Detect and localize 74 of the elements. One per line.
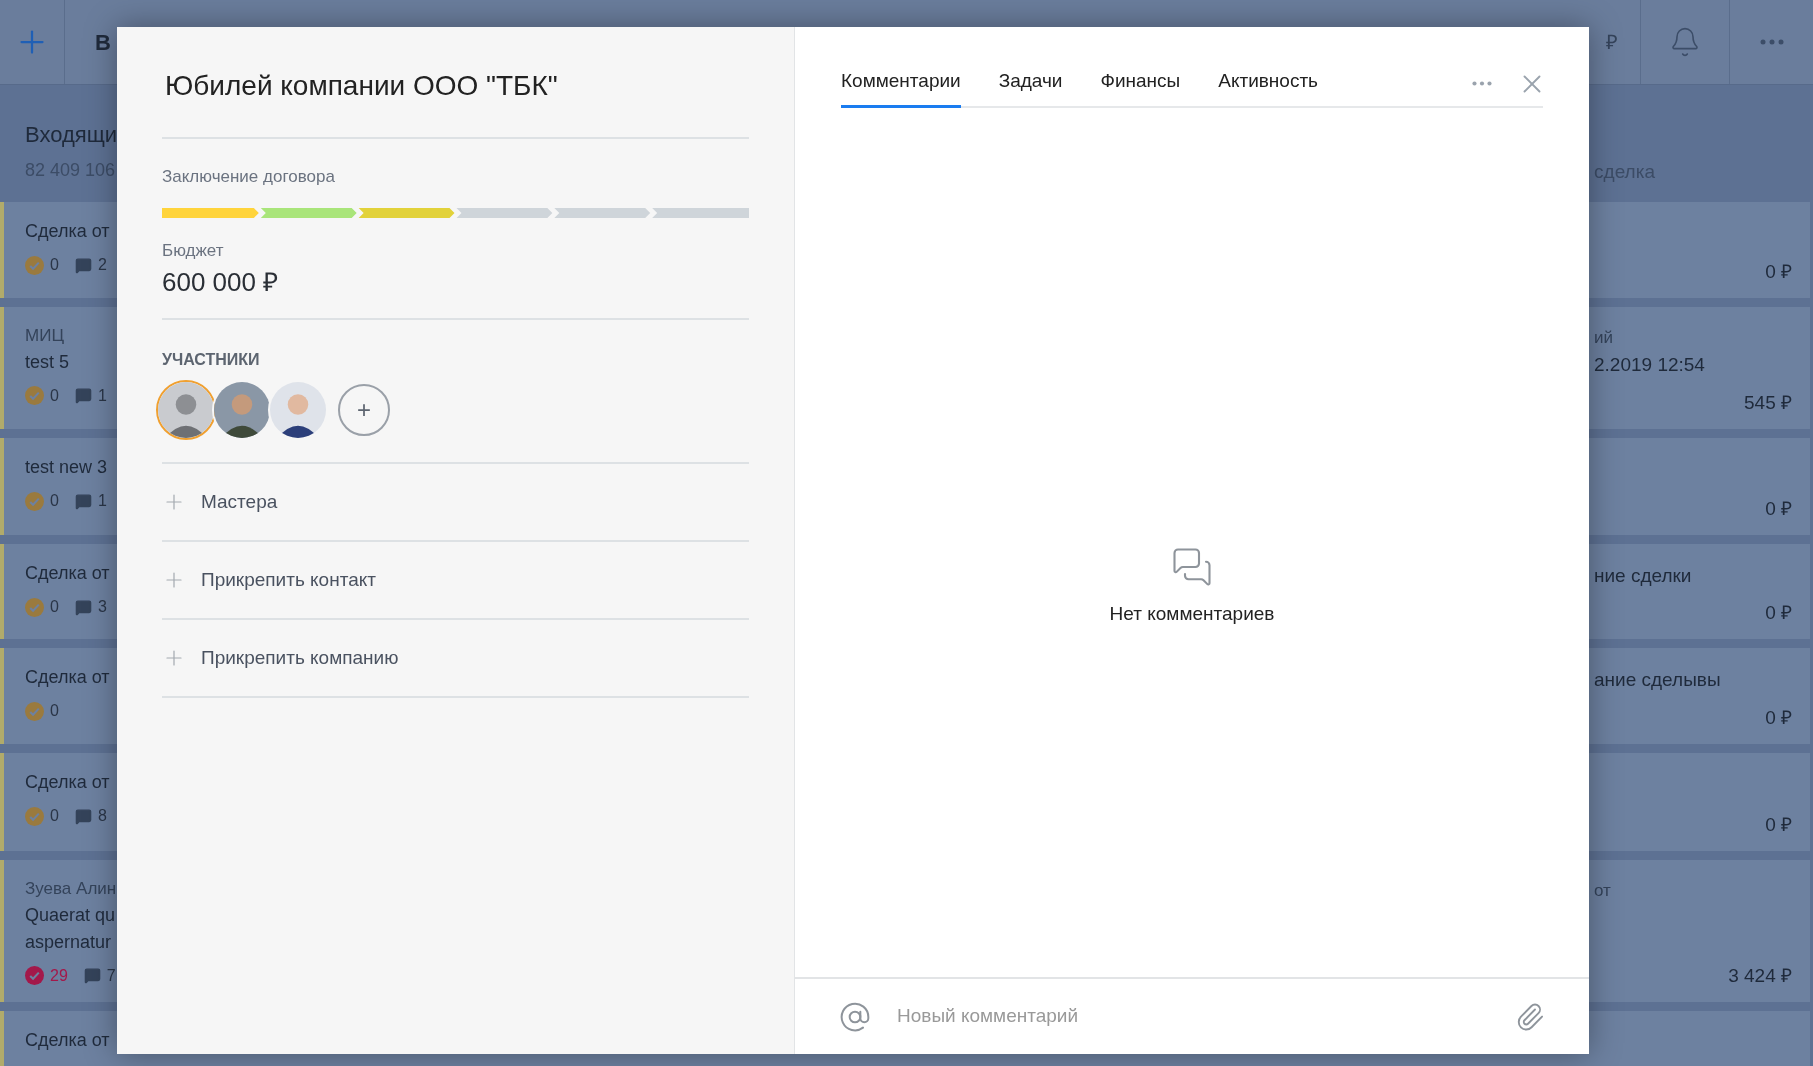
comment-input[interactable]: Новый комментарий	[897, 1002, 1515, 1031]
task-count: 0	[50, 255, 59, 275]
participants-heading: УЧАСТНИКИ	[162, 350, 261, 370]
card-label: Зуева Алин	[25, 878, 118, 900]
card-label: МИЦ	[25, 325, 65, 347]
deal-amount: 3 424 ₽	[1728, 963, 1792, 988]
card-title: Сделка от	[25, 220, 111, 243]
attach-link[interactable]: Мастера	[162, 464, 749, 540]
pipeline-stage[interactable]	[260, 207, 357, 218]
card-title: ние сделки	[1594, 564, 1693, 588]
task-count: 0	[50, 806, 59, 826]
comment-icon	[74, 387, 92, 404]
card-title: test new 3	[25, 456, 109, 479]
comment-count: 7	[106, 965, 116, 986]
attach-link[interactable]: Прикрепить контакт	[162, 542, 749, 618]
stage-label: Заключение договора	[162, 166, 336, 188]
column-title: Входящи	[25, 121, 118, 149]
pipeline-stage[interactable]	[358, 207, 455, 218]
comment-count: 1	[97, 385, 107, 406]
comment-count: 8	[97, 806, 107, 826]
tab[interactable]: Активность	[1218, 67, 1319, 108]
card-title: 2.2019 12:54	[1594, 352, 1706, 377]
deal-title: Юбилей компании ООО "ТБК"	[164, 69, 559, 103]
pipeline-stage[interactable]	[652, 207, 749, 218]
currency-label: ₽	[1606, 30, 1618, 55]
task-count: 0	[50, 597, 59, 617]
empty-state-text: Нет комментариев	[1109, 602, 1275, 626]
attach-link[interactable]: Прикрепить компанию	[162, 620, 749, 696]
deal-amount: 0 ₽	[1765, 259, 1792, 284]
more-icon	[1759, 39, 1784, 45]
pipeline-stage[interactable]	[162, 207, 259, 218]
mention-icon[interactable]	[839, 1000, 871, 1033]
budget-label: Бюджет	[162, 239, 225, 262]
task-count: 29	[50, 965, 68, 986]
comment-count: 1	[97, 491, 107, 511]
comment-count: 2	[97, 255, 107, 275]
card-title: Сделка от	[25, 562, 111, 585]
comment-icon	[74, 807, 92, 825]
comment-count: 3	[97, 597, 107, 617]
card-title: Quaerat qu aspernatur	[25, 903, 117, 954]
notifications-button[interactable]	[1640, 0, 1730, 84]
bell-icon	[1669, 26, 1701, 58]
tab[interactable]: Задачи	[998, 67, 1063, 108]
paperclip-icon[interactable]	[1515, 1001, 1545, 1032]
pipeline-stage[interactable]	[554, 207, 651, 218]
comments-icon	[1171, 546, 1213, 588]
pipeline-stage[interactable]	[456, 207, 553, 218]
more-icon	[1471, 81, 1493, 86]
board-title: В	[95, 28, 111, 57]
card-title: ание сделывы	[1594, 668, 1722, 692]
comment-icon	[74, 598, 92, 616]
comment-icon	[74, 492, 92, 510]
comment-icon	[83, 967, 101, 984]
deal-amount: 0 ₽	[1765, 600, 1792, 625]
task-count: 0	[50, 701, 59, 721]
task-count: 0	[50, 385, 59, 406]
add-participant-button[interactable]: +	[338, 384, 390, 436]
card-title: Сделка от	[25, 771, 111, 794]
deal-amount: 545 ₽	[1744, 390, 1792, 415]
budget-value: 600 000 ₽	[162, 266, 280, 299]
deal-amount: 0 ₽	[1765, 812, 1792, 837]
task-count: 0	[50, 491, 59, 511]
card-label: от	[1594, 880, 1612, 902]
deal-amount: 0 ₽	[1765, 496, 1792, 521]
card-label: ий	[1594, 327, 1614, 349]
tab[interactable]: Финансы	[1100, 67, 1181, 108]
comment-icon	[74, 256, 92, 274]
tab[interactable]: Комментарии	[841, 67, 961, 108]
card-title: test 5	[25, 350, 71, 374]
more-button[interactable]	[1471, 81, 1493, 86]
card-title: Сделка от	[25, 1029, 111, 1052]
card-title: Сделка от	[25, 666, 111, 689]
avatar[interactable]	[156, 380, 216, 440]
deal-amount: 0 ₽	[1765, 705, 1792, 730]
